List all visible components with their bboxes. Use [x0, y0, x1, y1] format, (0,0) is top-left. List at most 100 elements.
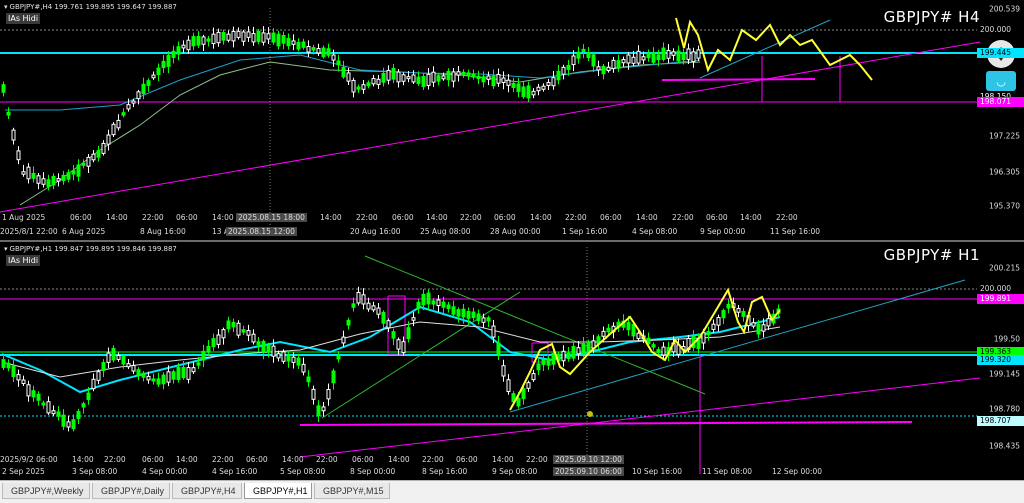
- h4-date-label: 6 Aug 2025: [62, 227, 106, 236]
- h4-candle: [211, 33, 216, 45]
- h4-symbol-title: GBPJPY# H4: [883, 8, 980, 26]
- h1-date-label: 8 Sep 00:00: [350, 467, 396, 476]
- h1-candle: [481, 317, 486, 323]
- tab-h4[interactable]: GBPJPY#,H4: [172, 483, 242, 499]
- h4-candle: [361, 84, 366, 90]
- h4-time-label: 06:00: [494, 213, 516, 222]
- h4-candle: [356, 86, 361, 90]
- h1-candle: [486, 317, 491, 322]
- h4-candle: [696, 49, 701, 59]
- h4-candle: [331, 54, 336, 61]
- h1-date-label: 5 Sep 08:00: [280, 467, 326, 476]
- h1-date-label: 9 Sep 08:00: [492, 467, 538, 476]
- h1-time-label: 22:00: [316, 455, 338, 464]
- h4-candle: [71, 170, 76, 175]
- h1-candle: [726, 303, 731, 309]
- h1-candle: [356, 291, 361, 304]
- tab-daily[interactable]: GBPJPY#,Daily: [92, 483, 170, 499]
- h4-candle: [456, 71, 461, 76]
- h1-time-label: 2025/9/2 06:00: [0, 455, 58, 464]
- h4-candle: [591, 54, 596, 67]
- h4-time-label: 1 Aug 2025: [2, 213, 46, 222]
- h4-candle: [556, 70, 561, 81]
- h1-time-label: 06:00: [142, 455, 164, 464]
- tab-h1[interactable]: GBPJPY#,H1: [244, 483, 312, 499]
- h4-candle: [561, 66, 566, 75]
- h1-candle: [51, 410, 56, 415]
- h4-candle: [126, 104, 131, 110]
- h4-price-axis[interactable]: 200.539 197.225 196.305 195.370 200.000 199.4…: [977, 0, 1024, 240]
- h1-candle: [216, 334, 221, 345]
- tab-m15[interactable]: GBPJPY#,M15: [314, 483, 390, 499]
- h4-candle: [271, 32, 276, 43]
- h1-candle: [581, 343, 586, 355]
- h4-candle: [581, 48, 586, 52]
- chart-h4[interactable]: ▾ GBPJPY#,H4 199.761 199.895 199.647 199.…: [0, 0, 1024, 240]
- h1-candle: [361, 294, 366, 305]
- h1-candle: [626, 322, 631, 331]
- h1-candle: [566, 352, 571, 359]
- h4-candle: [166, 54, 171, 67]
- h1-candle: [531, 373, 536, 381]
- h1-candle: [146, 375, 151, 381]
- h4-candle: [461, 71, 466, 75]
- chart-h1[interactable]: ▾ GBPJPY#,H1 199.847 199.895 199.846 199.…: [0, 242, 1024, 480]
- h1-candle: [441, 301, 446, 308]
- h4-candle: [541, 85, 546, 90]
- h1-date-label: 3 Sep 08:00: [72, 467, 118, 476]
- h4-background: [0, 0, 1024, 240]
- h4-candle: [641, 56, 646, 61]
- h4-candle: [1, 84, 6, 93]
- h4-candle: [56, 178, 61, 182]
- h1-candle: [316, 405, 321, 417]
- h1-price-tag: 199.320: [977, 355, 1024, 365]
- h1-candle: [86, 392, 91, 400]
- h4-candle: [111, 123, 116, 136]
- h1-price-tag: 200.000: [977, 284, 1024, 294]
- h1-candle: [586, 341, 591, 354]
- h4-candle: [381, 72, 386, 83]
- h1-time-label: 14:00: [72, 455, 94, 464]
- h1-candle: [351, 303, 356, 308]
- h1-plot-area[interactable]: [0, 242, 1024, 480]
- h1-candle: [396, 339, 401, 350]
- h1-candle: [26, 384, 31, 397]
- h1-candle: [366, 302, 371, 310]
- h1-price-axis[interactable]: 200.215 199.50 199.145 198.780 198.435 200.00…: [977, 242, 1024, 480]
- h4-candle: [336, 60, 341, 66]
- h1-candle: [436, 299, 441, 307]
- h4-candle: [501, 77, 506, 83]
- h1-candle: [81, 403, 86, 408]
- h4-candle: [436, 75, 441, 82]
- h4-candle: [241, 31, 246, 42]
- h4-candle: [366, 82, 371, 87]
- h1-candle: [196, 362, 201, 366]
- h4-candle: [171, 50, 176, 58]
- h1-candle: [241, 329, 246, 333]
- h1-candle: [696, 339, 701, 350]
- h1-candle: [321, 406, 326, 412]
- h4-candle: [451, 71, 456, 82]
- h1-candle: [131, 364, 136, 372]
- h4-candle: [246, 31, 251, 38]
- h1-candle: [6, 362, 11, 369]
- h4-plot-area[interactable]: [0, 0, 1024, 240]
- h1-background: [0, 242, 1024, 480]
- h1-candle: [766, 318, 771, 327]
- h4-candle: [566, 64, 571, 70]
- h4-header: ▾ GBPJPY#,H4 199.761 199.895 199.647 199.…: [4, 3, 177, 11]
- h4-candle: [621, 59, 626, 64]
- h1-candle: [631, 323, 636, 337]
- h1-price-label: 198.435: [988, 441, 1020, 451]
- h4-candle: [341, 66, 346, 78]
- h1-candle: [576, 347, 581, 355]
- h1-candle: [466, 310, 471, 319]
- h1-symbol-title: GBPJPY# H1: [883, 246, 980, 264]
- h4-candle: [636, 50, 641, 64]
- h1-candle: [526, 382, 531, 389]
- h4-date-label: 8 Aug 16:00: [140, 227, 186, 236]
- h1-candle: [541, 359, 546, 365]
- h4-candle: [266, 33, 271, 40]
- tab-weekly[interactable]: GBPJPY#,Weekly: [2, 483, 90, 499]
- h1-candle: [46, 401, 51, 414]
